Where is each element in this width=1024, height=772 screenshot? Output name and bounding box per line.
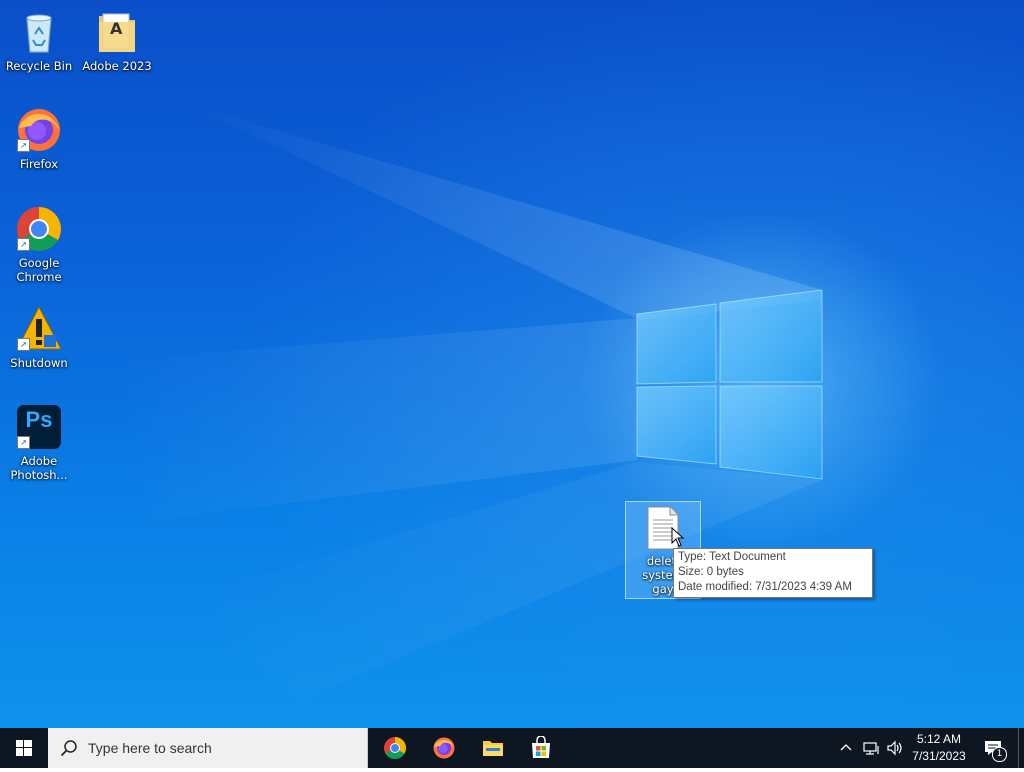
icon-label: Adobe 2023: [82, 59, 152, 73]
speaker-icon: [887, 740, 902, 756]
shortcut-arrow-icon: ↗: [17, 436, 30, 449]
desktop-icon-adobe-2023[interactable]: A Adobe 2023: [79, 8, 155, 73]
taskbar-clock[interactable]: 5:12 AM 7/31/2023: [906, 731, 972, 765]
volume-button[interactable]: [884, 728, 906, 768]
taskbar-chrome[interactable]: [371, 728, 419, 768]
show-hidden-icons-button[interactable]: [836, 728, 856, 768]
store-icon: [532, 736, 550, 758]
windows-start-icon: [16, 740, 32, 756]
recycle-bin-icon: [15, 8, 63, 56]
photoshop-letters: Ps: [25, 407, 53, 432]
wallpaper-graphic: [120, 105, 823, 700]
search-placeholder: Type here to search: [88, 740, 212, 756]
taskbar-file-explorer[interactable]: [469, 728, 517, 768]
icon-label: Shutdown: [10, 356, 68, 370]
icon-label: Recycle Bin: [5, 59, 73, 73]
chrome-icon: [384, 737, 406, 759]
taskbar-firefox[interactable]: [420, 728, 468, 768]
folder-badge-letter: A: [110, 19, 123, 38]
action-center-button[interactable]: 1: [978, 728, 1012, 768]
chrome-icon: ↗: [15, 205, 63, 253]
shortcut-arrow-icon: ↗: [17, 139, 30, 152]
windows-logo: [636, 289, 823, 480]
tooltip-date-modified: Date modified: 7/31/2023 4:39 AM: [678, 581, 852, 593]
firefox-icon: [433, 737, 455, 759]
file-info-tooltip: Type: Text Document Size: 0 bytes Date m…: [673, 548, 873, 598]
network-icon: [863, 742, 879, 755]
notification-count-badge: 1: [992, 747, 1007, 762]
start-button[interactable]: [0, 728, 48, 768]
chevron-up-icon: [840, 744, 852, 751]
desktop-icon-recycle-bin[interactable]: Recycle Bin: [1, 8, 77, 73]
shortcut-arrow-icon: ↗: [17, 338, 30, 351]
tooltip-type: Type: Text Document: [678, 551, 786, 563]
icon-label: Firefox: [19, 157, 59, 171]
clock-time: 5:12 AM: [916, 732, 962, 746]
desktop-icon-shutdown[interactable]: ↗ Shutdown: [1, 305, 77, 370]
desktop-icon-adobe-photoshop[interactable]: Ps ↗ Adobe Photosh...: [1, 403, 77, 482]
search-icon: [60, 740, 77, 757]
mouse-cursor-icon: [671, 527, 685, 547]
folder-icon: A: [93, 8, 141, 56]
desktop-icon-google-chrome[interactable]: ↗ Google Chrome: [1, 205, 77, 284]
photoshop-icon: Ps ↗: [15, 403, 63, 451]
show-desktop-button[interactable]: [1018, 728, 1024, 768]
shutdown-icon: ↗: [15, 305, 63, 353]
taskbar-microsoft-store[interactable]: [517, 728, 565, 768]
shortcut-arrow-icon: ↗: [17, 238, 30, 251]
icon-label: Adobe Photosh...: [10, 454, 68, 482]
firefox-icon: ↗: [15, 106, 63, 154]
desktop[interactable]: Recycle Bin A Adobe 2023 ↗ Firefox ↗ Goo…: [0, 0, 1024, 728]
icon-label: Google Chrome: [16, 256, 62, 284]
desktop-icon-firefox[interactable]: ↗ Firefox: [1, 106, 77, 171]
clock-date: 7/31/2023: [912, 749, 966, 763]
taskbar-search-box[interactable]: Type here to search: [48, 728, 368, 768]
file-explorer-icon: [483, 741, 503, 756]
taskbar: Type here to search 5:12 AM 7/31/2023 1: [0, 728, 1024, 768]
tooltip-size: Size: 0 bytes: [678, 566, 744, 578]
network-button[interactable]: [860, 728, 884, 768]
